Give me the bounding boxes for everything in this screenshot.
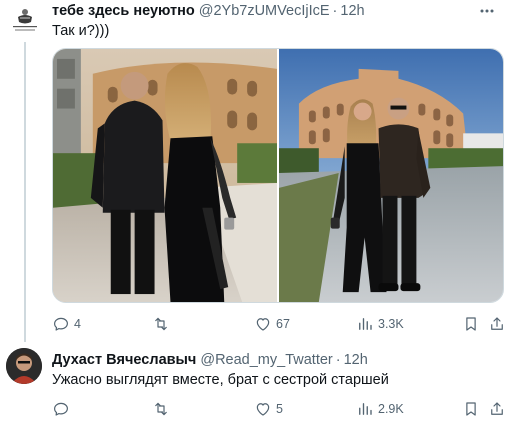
thread-line	[24, 42, 26, 342]
more-options-button[interactable]	[478, 2, 496, 20]
share-button[interactable]	[488, 314, 506, 334]
tweet-header: Духаст Вячеславыч @Read_my_Twatter · 12h	[52, 351, 368, 369]
retweet-icon	[155, 317, 167, 331]
views-chart-icon	[359, 318, 372, 330]
bookmark-icon	[466, 402, 476, 416]
tweet-actions: 4 67 3.3K	[48, 314, 508, 334]
user-handle[interactable]: @2Yb7zUMVecIjIcE	[199, 2, 330, 20]
views-button[interactable]: 2.9K	[356, 399, 404, 419]
tweet-header: тебе здесь неуютно @2Yb7zUMVecIjIcE · 12…	[52, 2, 365, 20]
display-name[interactable]: тебе здесь неуютно	[52, 2, 195, 20]
user-handle[interactable]: @Read_my_Twatter	[200, 351, 332, 369]
separator-dot: ·	[332, 3, 338, 19]
separator-dot: ·	[335, 352, 341, 368]
heart-icon	[256, 403, 270, 416]
views-button[interactable]: 3.3K	[356, 314, 404, 334]
retweet-button[interactable]	[152, 399, 174, 419]
views-count: 2.9K	[378, 402, 404, 416]
timestamp[interactable]: 12h	[340, 2, 364, 20]
timestamp[interactable]: 12h	[344, 351, 368, 369]
author-avatar[interactable]	[6, 348, 42, 384]
display-name[interactable]: Духаст Вячеславыч	[52, 351, 196, 369]
share-icon	[491, 402, 503, 415]
reply-icon	[54, 402, 68, 416]
photo-couple-front-view[interactable]	[279, 49, 503, 302]
bookmark-icon	[466, 317, 476, 331]
author-avatar[interactable]	[7, 3, 43, 39]
retweet-button[interactable]	[152, 314, 174, 334]
tweet-media[interactable]	[52, 48, 504, 303]
tweet[interactable]: тебе здесь неуютно @2Yb7zUMVecIjIcE · 12…	[0, 0, 510, 342]
share-button[interactable]	[488, 399, 506, 419]
tweet-text: Ужасно выглядят вместе, брат с сестрой с…	[52, 372, 389, 388]
retweet-icon	[155, 402, 167, 416]
like-button[interactable]: 5	[254, 399, 283, 419]
tweet-text: Так и?)))	[52, 23, 110, 39]
photo-couple-back-view-icon	[53, 49, 277, 302]
views-count: 3.3K	[378, 317, 404, 331]
views-chart-icon	[359, 403, 372, 415]
like-count: 67	[276, 317, 290, 331]
photo-couple-back-view[interactable]	[53, 49, 277, 302]
tweet-actions: 5 2.9K	[48, 399, 508, 419]
portrait-icon	[6, 348, 42, 384]
tweet[interactable]: Духаст Вячеславыч @Read_my_Twatter · 12h…	[0, 342, 510, 422]
like-button[interactable]: 67	[254, 314, 290, 334]
photo-couple-front-view-icon	[279, 49, 503, 302]
heart-icon	[256, 318, 270, 331]
bookmark-button[interactable]	[462, 314, 480, 334]
reply-icon	[54, 317, 68, 331]
bookmark-button[interactable]	[462, 399, 480, 419]
sketch-logo-icon	[7, 3, 43, 39]
reply-count: 4	[74, 317, 81, 331]
share-icon	[491, 317, 503, 330]
like-count: 5	[276, 402, 283, 416]
reply-button[interactable]	[52, 399, 74, 419]
reply-button[interactable]: 4	[52, 314, 81, 334]
more-dots-icon	[480, 9, 494, 13]
